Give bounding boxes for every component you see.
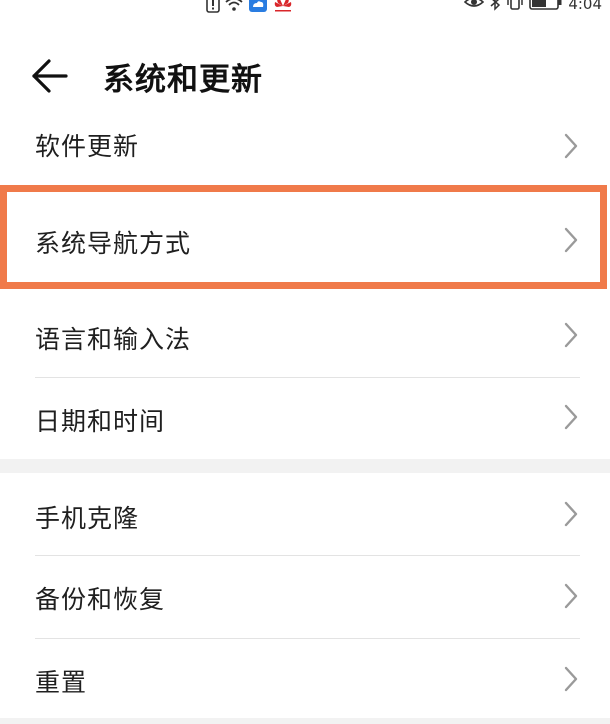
menu-item-language-input[interactable]: 语言和输入法 — [0, 296, 610, 376]
chevron-right-icon — [564, 404, 578, 430]
group-separator — [0, 459, 610, 473]
menu-item-label: 重置 — [35, 668, 88, 697]
page-title: 系统和更新 — [103, 62, 263, 98]
battery-icon — [529, 0, 563, 15]
menu-item-label: 日期和时间 — [35, 407, 166, 436]
status-time: 4:04 — [568, 0, 602, 13]
menu-item-label: 备份和恢复 — [35, 585, 166, 614]
huawei-logo-icon — [272, 0, 294, 18]
header: 系统和更新 — [0, 50, 610, 106]
menu-item-label: 软件更新 — [35, 132, 140, 161]
cloud-icon — [248, 0, 268, 18]
menu-item-system-navigation[interactable]: 系统导航方式 — [0, 192, 610, 284]
chevron-right-icon — [564, 583, 578, 609]
chevron-right-icon — [564, 666, 578, 692]
wifi-icon — [224, 0, 244, 18]
menu-item-phone-clone[interactable]: 手机克隆 — [0, 474, 610, 554]
menu-item-date-time[interactable]: 日期和时间 — [0, 378, 610, 458]
chevron-right-icon — [564, 501, 578, 527]
chevron-right-icon — [564, 227, 578, 253]
menu-item-software-update[interactable]: 软件更新 — [0, 116, 610, 176]
chevron-right-icon — [564, 133, 578, 159]
menu-item-label: 手机克隆 — [35, 504, 140, 533]
status-bar-left-icons — [206, 0, 294, 18]
bottom-separator — [0, 718, 610, 724]
menu-item-label: 系统导航方式 — [35, 229, 192, 258]
alert-icon — [206, 0, 220, 18]
menu-item-reset[interactable]: 重置 — [0, 639, 610, 719]
vibrate-icon — [506, 0, 524, 15]
eye-icon — [464, 0, 485, 14]
arrow-left-icon — [32, 59, 68, 93]
menu-item-label: 语言和输入法 — [35, 325, 192, 354]
bluetooth-icon — [489, 0, 501, 15]
menu-item-backup-restore[interactable]: 备份和恢复 — [0, 556, 610, 638]
back-button[interactable] — [30, 56, 78, 96]
status-bar: 4:04 — [0, 0, 610, 18]
chevron-right-icon — [564, 322, 578, 348]
status-bar-right-icons: 4:04 — [464, 0, 602, 15]
